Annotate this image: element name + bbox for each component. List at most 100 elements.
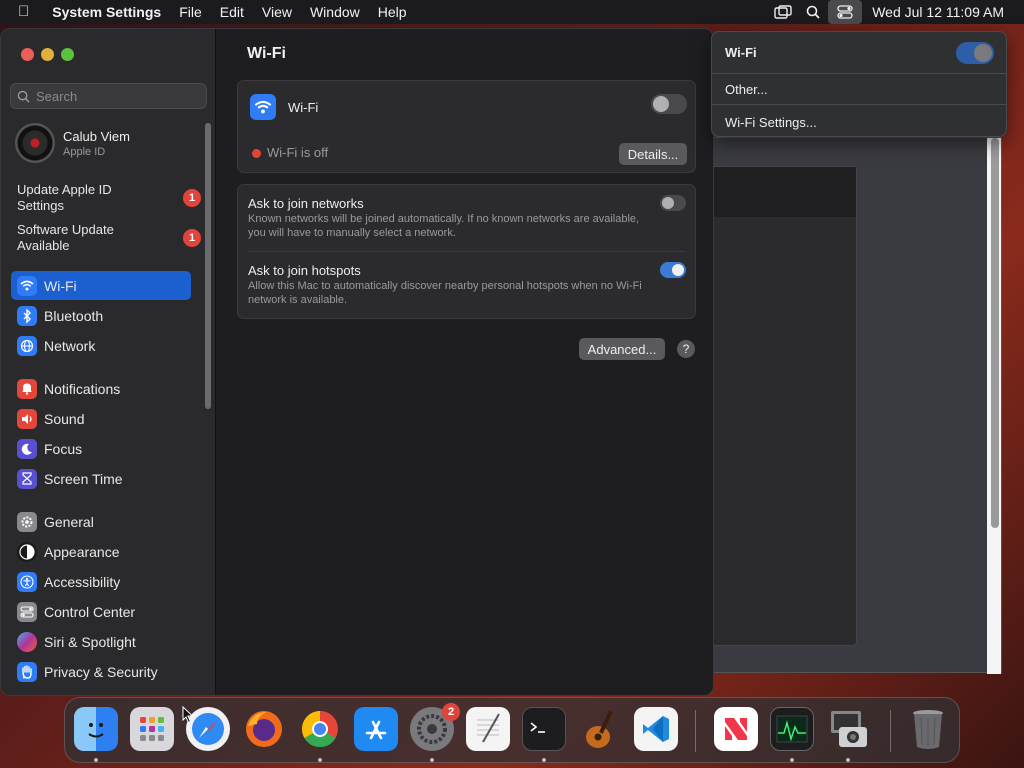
sidebar-item-label: Screen Time xyxy=(44,470,123,487)
sidebar-item-appearance[interactable]: Appearance xyxy=(11,537,191,566)
terminal-icon[interactable] xyxy=(522,707,566,751)
menu-edit[interactable]: Edit xyxy=(211,0,253,24)
ask-hotspots-desc: Allow this Mac to automatically discover… xyxy=(248,280,642,306)
news-icon[interactable] xyxy=(714,707,758,751)
account-name: Calub Viem xyxy=(63,128,130,144)
dock-separator xyxy=(695,710,696,752)
app-store-icon[interactable] xyxy=(354,707,398,751)
sidebar-item-siri-spotlight[interactable]: Siri & Spotlight xyxy=(11,627,191,656)
garageband-icon[interactable] xyxy=(578,707,622,751)
running-indicator xyxy=(790,758,794,762)
menu-clock[interactable]: Wed Jul 12 11:09 AM xyxy=(862,4,1024,20)
ask-hotspots-toggle[interactable] xyxy=(660,262,686,278)
status-dot xyxy=(252,149,261,158)
menu-file[interactable]: File xyxy=(170,0,211,24)
moon-icon xyxy=(17,438,37,459)
sidebar-item-privacy-security[interactable]: Privacy & Security xyxy=(11,657,191,686)
gear-icon xyxy=(17,511,37,532)
ask-networks-toggle[interactable] xyxy=(660,195,686,211)
wifi-menu-title: Wi-Fi xyxy=(725,45,757,60)
sidebar-item-label: Notifications xyxy=(44,380,121,397)
help-button[interactable]: ? xyxy=(677,340,695,358)
running-indicator xyxy=(318,758,322,762)
hourglass-icon xyxy=(17,468,37,489)
sidebar-item-label: Focus xyxy=(44,440,83,457)
vscode-icon[interactable] xyxy=(634,707,678,751)
sidebar-item-network[interactable]: Network xyxy=(11,331,191,360)
close-button[interactable] xyxy=(21,48,34,61)
menu-window[interactable]: Window xyxy=(301,0,369,24)
sidebar-item-label: Sound xyxy=(44,410,85,427)
minimize-button[interactable] xyxy=(41,48,54,61)
wifi-toggle[interactable] xyxy=(651,94,687,114)
dock: 2 xyxy=(64,697,960,763)
globe-icon xyxy=(17,335,37,356)
trash-icon[interactable] xyxy=(906,707,950,751)
sidebar-item-label: General xyxy=(44,513,94,530)
bluetooth-icon xyxy=(17,305,37,326)
running-indicator xyxy=(846,758,850,762)
wifi-menu-settings[interactable]: Wi-Fi Settings... xyxy=(725,115,817,130)
background-window xyxy=(700,137,1002,674)
sidebar-item-notifications[interactable]: Notifications xyxy=(11,374,191,403)
screen-mirroring-icon[interactable] xyxy=(768,0,798,24)
sidebar-item-label: Network xyxy=(44,337,96,354)
hand-icon xyxy=(17,661,37,682)
sidebar-item-label: Siri & Spotlight xyxy=(44,633,136,650)
control-center-icon[interactable] xyxy=(828,0,863,24)
siri-icon xyxy=(17,631,37,652)
sidebar-item-wifi[interactable]: Wi-Fi xyxy=(11,271,191,300)
wifi-label: Wi-Fi xyxy=(288,100,319,115)
menu-help[interactable]: Help xyxy=(369,0,416,24)
sidebar-item-focus[interactable]: Focus xyxy=(11,434,191,463)
menu-bar:  System Settings File Edit View Window … xyxy=(0,0,1024,24)
finder-icon[interactable] xyxy=(74,707,118,751)
textedit-icon[interactable] xyxy=(466,707,510,751)
account-subtitle: Apple ID xyxy=(63,145,106,158)
mouse-cursor-icon xyxy=(182,706,194,724)
sidebar-item-label: Control Center xyxy=(44,603,136,620)
settings-window: Calub Viem Apple ID Update Apple ID Sett… xyxy=(0,28,714,696)
alert-software-update[interactable]: Software Update Available 1 xyxy=(17,222,207,254)
wifi-icon xyxy=(250,94,276,120)
ask-hotspots-title: Ask to join hotspots xyxy=(248,263,361,278)
wifi-dropdown-menu: Wi-Fi Other... Wi-Fi Settings... xyxy=(711,31,1007,137)
zoom-button[interactable] xyxy=(61,48,74,61)
speaker-icon xyxy=(17,408,37,429)
alert-update-apple-id[interactable]: Update Apple ID Settings 1 xyxy=(17,182,207,214)
sidebar-scrollbar[interactable] xyxy=(205,123,211,409)
appearance-icon xyxy=(17,541,37,562)
wifi-menu-toggle[interactable] xyxy=(956,42,994,64)
alert-badge: 1 xyxy=(183,229,201,247)
sidebar-item-control-center[interactable]: Control Center xyxy=(11,597,191,626)
apple-menu-icon[interactable]:  xyxy=(0,0,43,24)
wifi-status: Wi-Fi is off xyxy=(267,145,329,160)
activity-monitor-icon[interactable] xyxy=(770,707,814,751)
sidebar-item-label: Accessibility xyxy=(44,573,121,590)
advanced-button[interactable]: Advanced... xyxy=(579,338,665,360)
spotlight-search-icon[interactable] xyxy=(798,0,828,24)
ask-networks-desc: Known networks will be joined automatica… xyxy=(248,213,640,239)
sidebar-item-general[interactable]: General xyxy=(11,507,191,536)
menu-view[interactable]: View xyxy=(253,0,301,24)
accessibility-icon xyxy=(17,571,37,592)
sidebar-item-sound[interactable]: Sound xyxy=(11,404,191,433)
sidebar-item-label: Wi-Fi xyxy=(44,277,77,294)
apple-id-account[interactable]: Calub Viem Apple ID xyxy=(15,123,130,163)
alert-label: Update Apple ID Settings xyxy=(17,182,112,213)
page-title: Wi-Fi xyxy=(247,45,286,62)
launchpad-icon[interactable] xyxy=(130,707,174,751)
search-input[interactable] xyxy=(36,88,196,104)
image-capture-icon[interactable] xyxy=(826,707,870,751)
firefox-icon[interactable] xyxy=(242,707,286,751)
wifi-menu-other[interactable]: Other... xyxy=(725,82,768,97)
menu-app-name[interactable]: System Settings xyxy=(43,0,170,24)
sidebar-item-accessibility[interactable]: Accessibility xyxy=(11,567,191,596)
sidebar-item-bluetooth[interactable]: Bluetooth xyxy=(11,301,191,330)
sidebar-item-screen-time[interactable]: Screen Time xyxy=(11,464,191,493)
wifi-icon xyxy=(17,275,37,296)
chrome-icon[interactable] xyxy=(298,707,342,751)
search-field[interactable] xyxy=(10,83,207,109)
control-center-icon xyxy=(17,601,37,622)
details-button[interactable]: Details... xyxy=(619,143,687,165)
